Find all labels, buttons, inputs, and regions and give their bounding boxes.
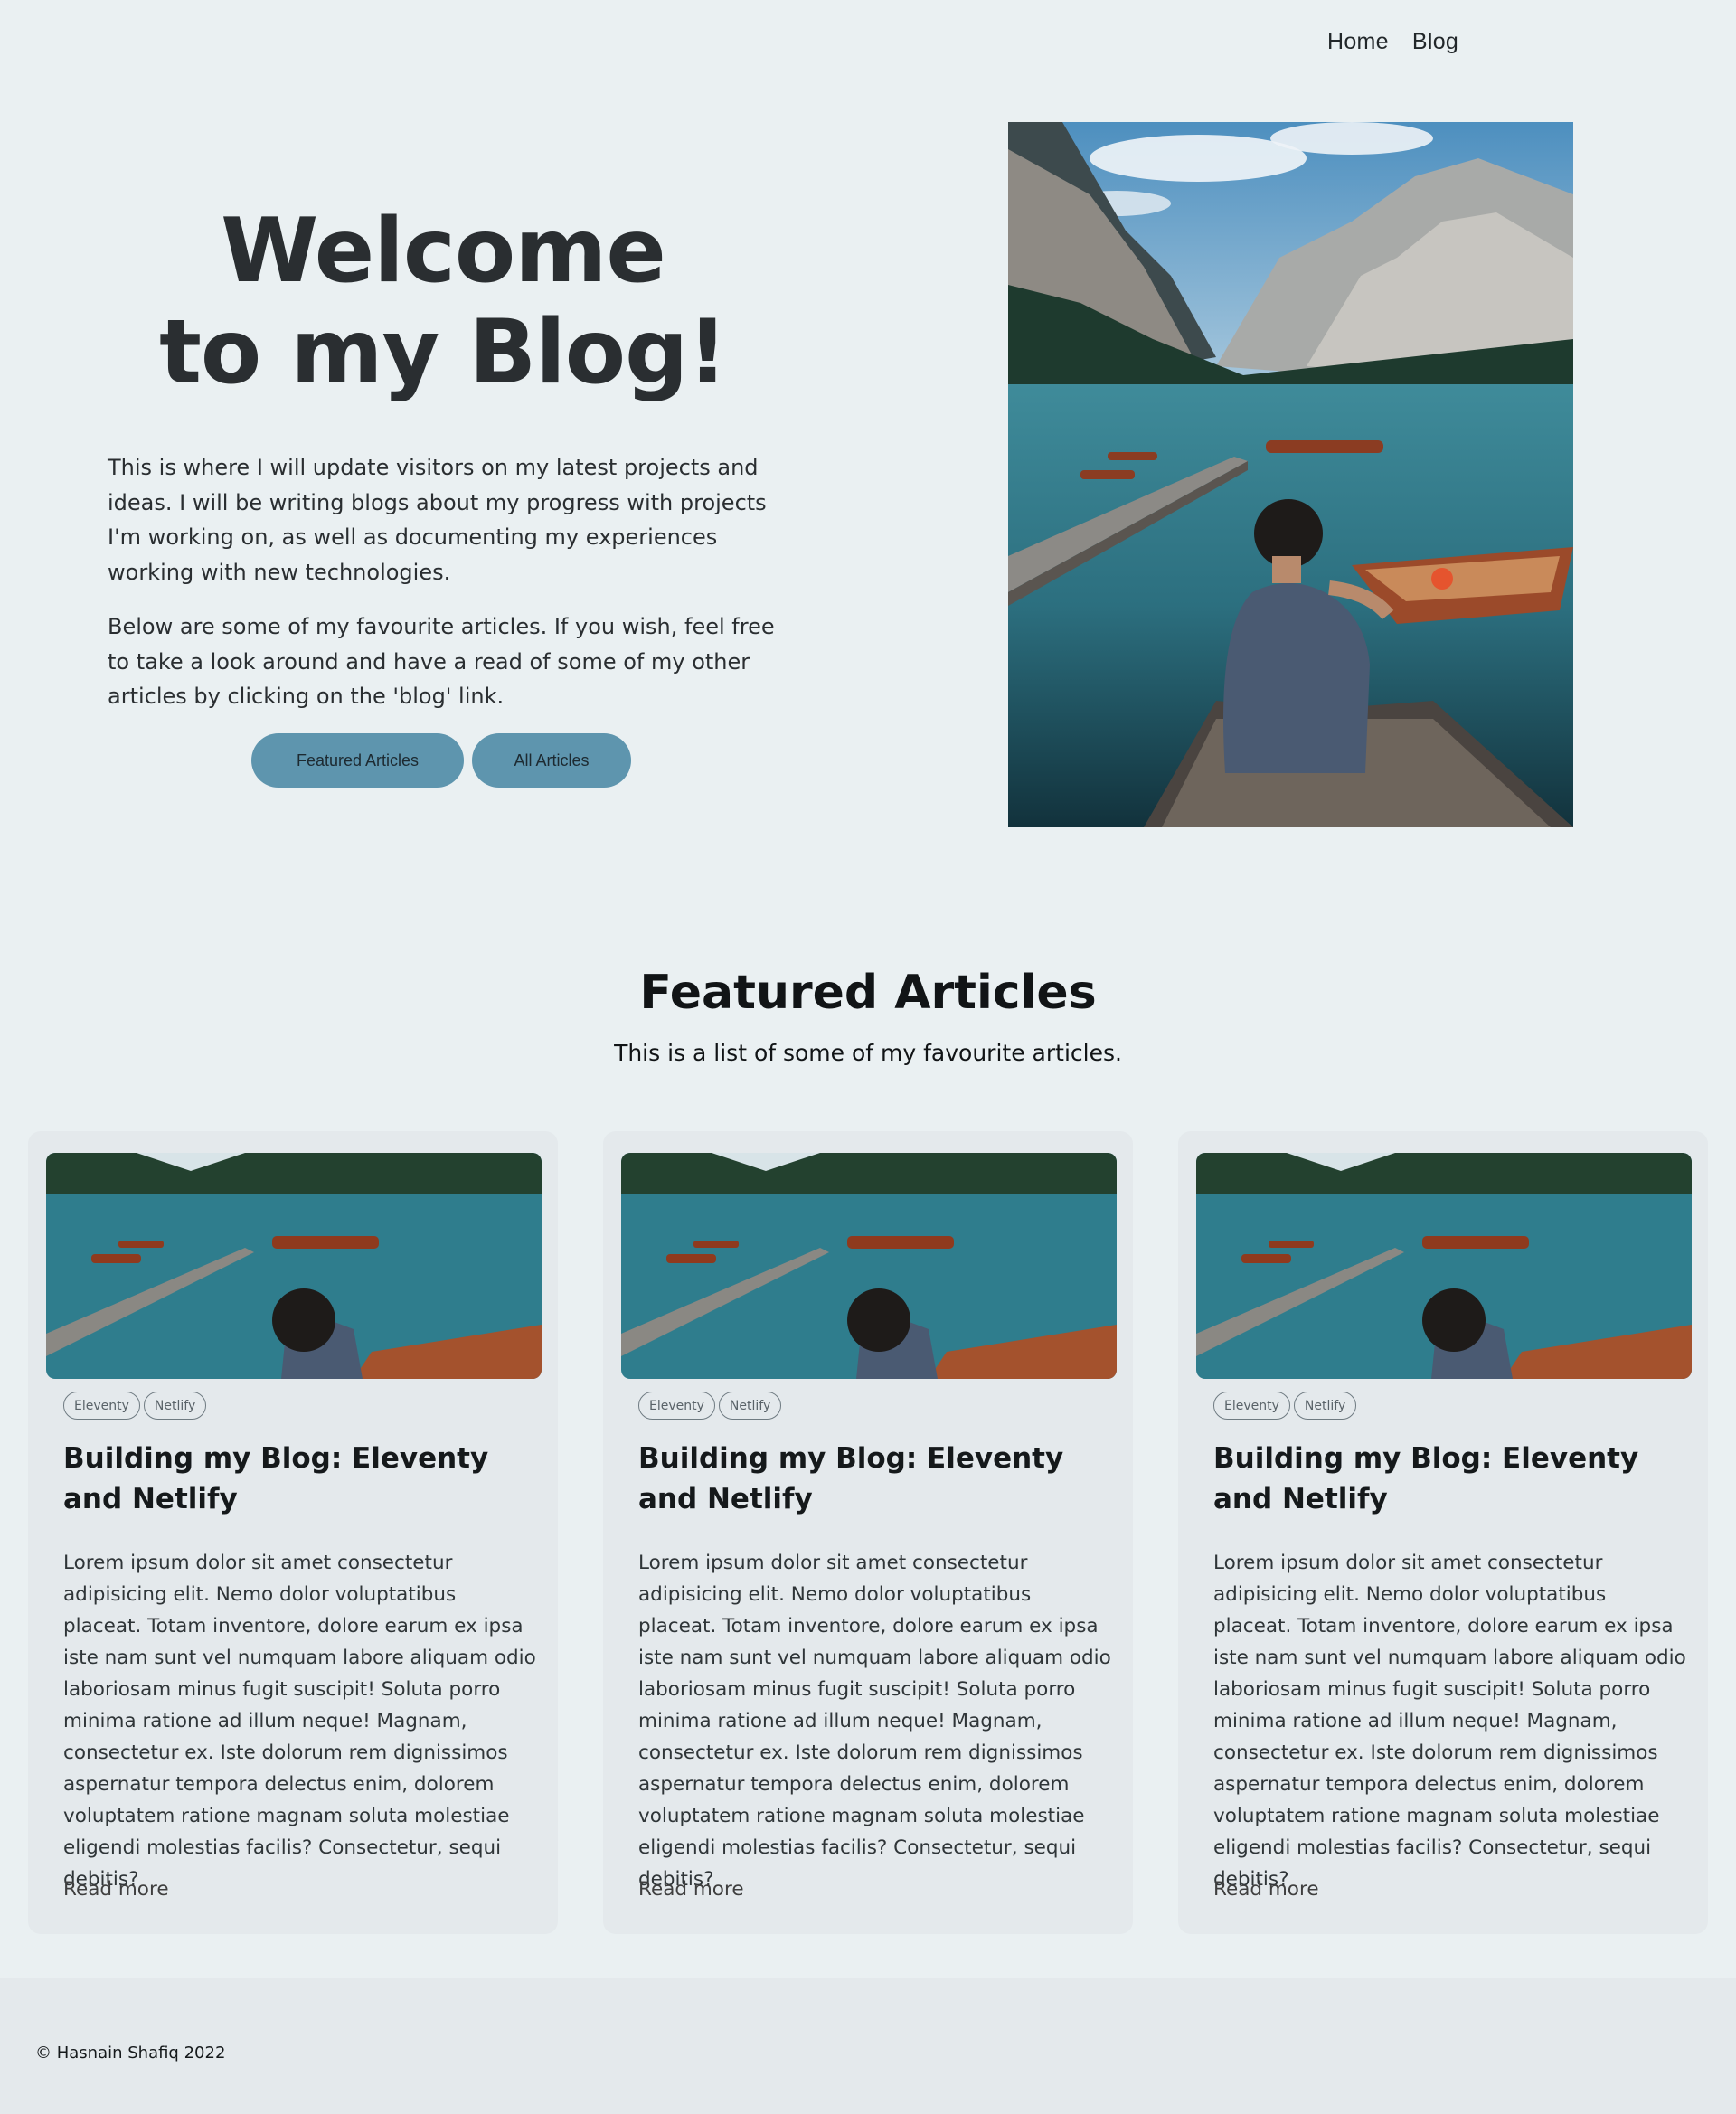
article-tags: Eleventy Netlify	[63, 1392, 207, 1420]
featured-section-subtitle: This is a list of some of my favourite a…	[614, 1040, 1122, 1066]
read-more-link[interactable]: Read more	[63, 1878, 169, 1901]
article-title[interactable]: Building my Blog: Eleventy and Netlify	[63, 1439, 533, 1520]
article-thumbnail[interactable]	[1196, 1153, 1692, 1379]
tag-eleventy[interactable]: Eleventy	[63, 1392, 140, 1420]
article-title[interactable]: Building my Blog: Eleventy and Netlify	[1213, 1439, 1684, 1520]
article-thumbnail[interactable]	[621, 1153, 1117, 1379]
article-thumbnail[interactable]	[46, 1153, 542, 1379]
hero-title-line2: to my Blog!	[159, 301, 728, 404]
hero-title: Welcome to my Blog!	[108, 201, 778, 403]
tag-eleventy[interactable]: Eleventy	[1213, 1392, 1290, 1420]
hero-intro-paragraph: This is where I will update visitors on …	[108, 455, 767, 585]
article-card: Eleventy Netlify Building my Blog: Eleve…	[28, 1131, 558, 1934]
all-articles-button[interactable]: All Articles	[472, 733, 631, 788]
tag-eleventy[interactable]: Eleventy	[638, 1392, 715, 1420]
article-tags: Eleventy Netlify	[1213, 1392, 1357, 1420]
nav-blog-link[interactable]: Blog	[1412, 29, 1458, 55]
read-more-link[interactable]: Read more	[638, 1878, 744, 1901]
article-card: Eleventy Netlify Building my Blog: Eleve…	[1178, 1131, 1708, 1934]
tag-netlify[interactable]: Netlify	[143, 1392, 207, 1420]
tag-netlify[interactable]: Netlify	[718, 1392, 782, 1420]
article-tags: Eleventy Netlify	[638, 1392, 782, 1420]
featured-articles-button[interactable]: Featured Articles	[251, 733, 464, 788]
hero-image	[1008, 122, 1573, 827]
article-card: Eleventy Netlify Building my Blog: Eleve…	[603, 1131, 1133, 1934]
article-excerpt: Lorem ipsum dolor sit amet consectetur a…	[638, 1552, 1111, 1891]
tag-netlify[interactable]: Netlify	[1293, 1392, 1357, 1420]
footer-copyright: © Hasnain Shafiq 2022	[35, 2043, 226, 2062]
main-nav: Home Blog	[1327, 29, 1458, 55]
article-excerpt: Lorem ipsum dolor sit amet consectetur a…	[63, 1552, 536, 1891]
hero-buttons: Featured Articles All Articles	[251, 733, 631, 788]
article-excerpt: Lorem ipsum dolor sit amet consectetur a…	[1213, 1552, 1686, 1891]
featured-section-title: Featured Articles	[639, 966, 1097, 1020]
nav-home-link[interactable]: Home	[1327, 29, 1389, 55]
article-title[interactable]: Building my Blog: Eleventy and Netlify	[638, 1439, 1109, 1520]
read-more-link[interactable]: Read more	[1213, 1878, 1319, 1901]
hero-secondary-paragraph: Below are some of my favourite articles.…	[108, 614, 775, 709]
hero-title-line1: Welcome	[221, 200, 666, 303]
site-footer: © Hasnain Shafiq 2022	[0, 1978, 1736, 2114]
